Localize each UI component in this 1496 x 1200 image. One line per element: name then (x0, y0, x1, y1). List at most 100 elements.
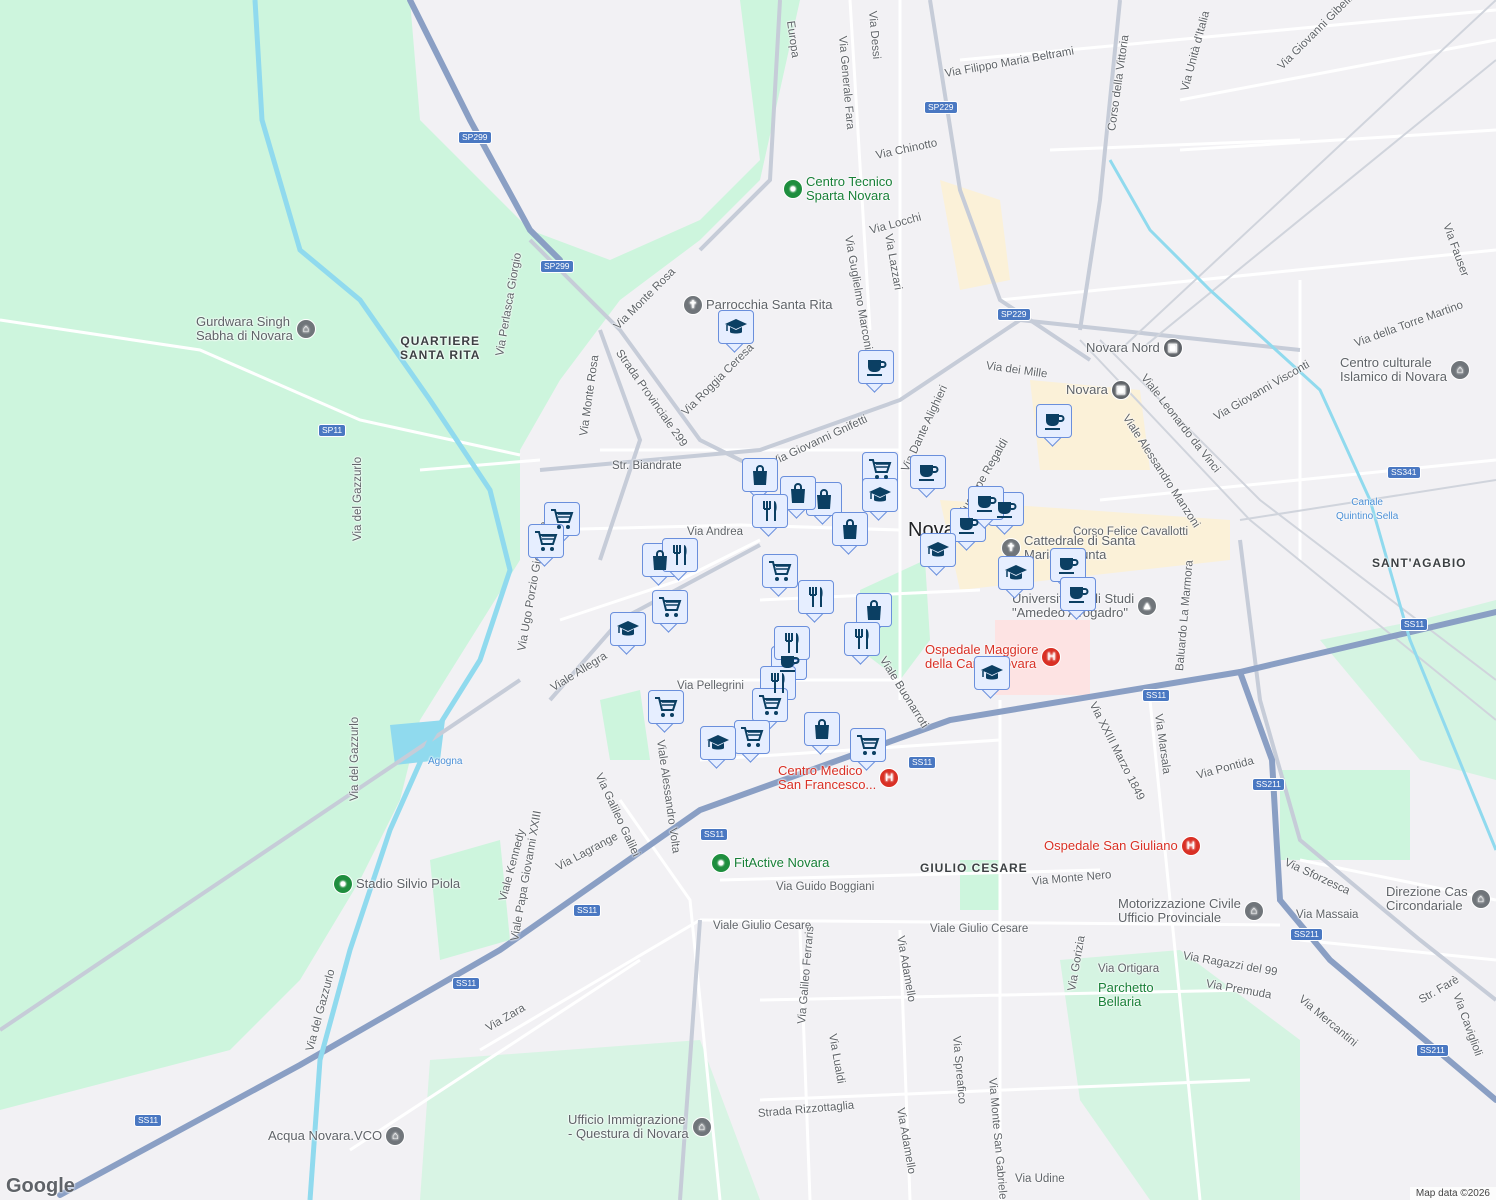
marker-badge (652, 590, 688, 624)
cross-icon: ✝ (683, 295, 703, 315)
train-icon: ▣ (1163, 338, 1183, 358)
restaurant-icon (804, 585, 828, 609)
hospital-icon: H (879, 768, 899, 788)
poi-temple[interactable]: Centro culturale Islamico di Novara⌂ (1340, 356, 1473, 384)
marker-grocery[interactable] (850, 728, 886, 770)
marker-school[interactable] (862, 478, 898, 520)
marker-restaurant[interactable] (798, 580, 834, 622)
poi-temple[interactable]: Gurdwara Singh Sabha di Novara⌂ (196, 315, 319, 343)
marker-badge (734, 720, 770, 754)
poi-temple[interactable]: Motorizzazione Civile Ufficio Provincial… (1118, 897, 1267, 925)
restaurant-icon (758, 499, 782, 523)
temple-icon: ⌂ (1471, 889, 1491, 909)
poi-name: Acqua Novara.VCO (268, 1129, 382, 1143)
road-shield: SS11 (573, 904, 601, 917)
marker-shop[interactable] (804, 712, 840, 754)
poi-pin[interactable]: ●Centro Tecnico Sparta Novara (780, 175, 892, 203)
poi-train[interactable]: Novara▣ (1066, 380, 1134, 400)
coffee-icon (1066, 582, 1090, 606)
temple-icon: ⌂ (1244, 901, 1264, 921)
marker-badge (850, 728, 886, 762)
marker-badge (762, 554, 798, 588)
poi-hospital[interactable]: Ospedale San GiulianoH (1044, 836, 1204, 856)
poi-pin[interactable]: ●FitActive Novara (708, 853, 829, 873)
poi-name: Canale Quintino Sella (1336, 496, 1398, 524)
poi-name: GIULIO CESARE (920, 861, 1028, 875)
marker-badge (798, 580, 834, 614)
poi-name: Direzione Cas Circondariale (1386, 885, 1468, 913)
restaurant-icon (780, 631, 804, 655)
marker-school[interactable] (610, 612, 646, 654)
pin-icon: ● (711, 853, 731, 873)
shop-icon (838, 517, 862, 541)
stadium-icon: ● (333, 874, 353, 894)
poi-stadium[interactable]: ●Stadio Silvio Piola (330, 874, 460, 894)
hospital-icon: H (1041, 647, 1061, 667)
restaurant-icon (668, 543, 692, 567)
road-shield: SP299 (540, 260, 574, 273)
grocery-icon (534, 529, 558, 553)
marker-badge (774, 626, 810, 660)
coffee-icon (916, 460, 940, 484)
poi-name: QUARTIERE SANTA RITA (400, 334, 480, 362)
road-shield: SP229 (997, 308, 1031, 321)
marker-badge (920, 533, 956, 567)
coffee-icon (1042, 409, 1066, 433)
marker-school[interactable] (920, 533, 956, 575)
marker-school[interactable] (700, 726, 736, 768)
marker-grocery[interactable] (652, 590, 688, 632)
poi-name: Ufficio Immigrazione - Questura di Novar… (568, 1113, 689, 1141)
marker-restaurant[interactable] (752, 494, 788, 536)
grocery-icon (654, 695, 678, 719)
road-shield: SS11 (134, 1114, 162, 1127)
poi-temple[interactable]: Acqua Novara.VCO⌂ (268, 1126, 408, 1146)
marker-badge (610, 612, 646, 646)
marker-school[interactable] (718, 310, 754, 352)
marker-coffee[interactable] (910, 455, 946, 497)
poi-temple[interactable]: Direzione Cas Circondariale⌂ (1386, 885, 1494, 913)
marker-grocery[interactable] (762, 554, 798, 596)
poi-label: Parchetto Bellaria (1098, 981, 1154, 1009)
street-label: Viale Giulio Cesare (930, 923, 1028, 935)
school-icon (868, 483, 892, 507)
pin-icon: ● (783, 179, 803, 199)
marker-grocery[interactable] (648, 690, 684, 732)
marker-coffee[interactable] (1036, 404, 1072, 446)
road-shield: SS211 (1290, 928, 1323, 941)
poi-name: SANT'AGABIO (1372, 556, 1467, 570)
poi-label: SANT'AGABIO (1372, 555, 1467, 570)
road-shield: SS11 (1400, 618, 1428, 631)
google-logo[interactable]: Google (6, 1175, 75, 1198)
marker-coffee[interactable] (1060, 577, 1096, 619)
marker-badge (974, 656, 1010, 690)
marker-badge (700, 726, 736, 760)
marker-restaurant[interactable] (844, 622, 880, 664)
school-icon (706, 731, 730, 755)
road-shield: SS11 (1142, 689, 1170, 702)
marker-coffee[interactable] (858, 350, 894, 392)
marker-restaurant[interactable] (662, 538, 698, 580)
shop-icon (810, 717, 834, 741)
grocery-icon (768, 559, 792, 583)
coffee-icon (1056, 553, 1080, 577)
poi-cross[interactable]: ✝Parrocchia Santa Rita (680, 295, 832, 315)
shop-icon (862, 598, 886, 622)
marker-school[interactable] (974, 656, 1010, 698)
poi-label: Agogna (428, 755, 462, 770)
road-shield: SP11 (318, 424, 346, 437)
poi-train[interactable]: Novara Nord▣ (1086, 338, 1186, 358)
marker-badge (910, 455, 946, 489)
poi-temple[interactable]: Ufficio Immigrazione - Questura di Novar… (568, 1113, 715, 1141)
map-canvas[interactable] (0, 0, 1496, 1200)
coffee-icon (956, 513, 980, 537)
school-icon (724, 315, 748, 339)
poi-name: Parchetto Bellaria (1098, 981, 1154, 1009)
poi-name: Stadio Silvio Piola (356, 877, 460, 891)
restaurant-icon (766, 671, 790, 695)
marker-badge (752, 494, 788, 528)
marker-badge (998, 556, 1034, 590)
marker-grocery[interactable] (734, 720, 770, 762)
marker-badge (718, 310, 754, 344)
marker-school[interactable] (998, 556, 1034, 598)
street-label: Via Pellegrini (677, 680, 744, 692)
